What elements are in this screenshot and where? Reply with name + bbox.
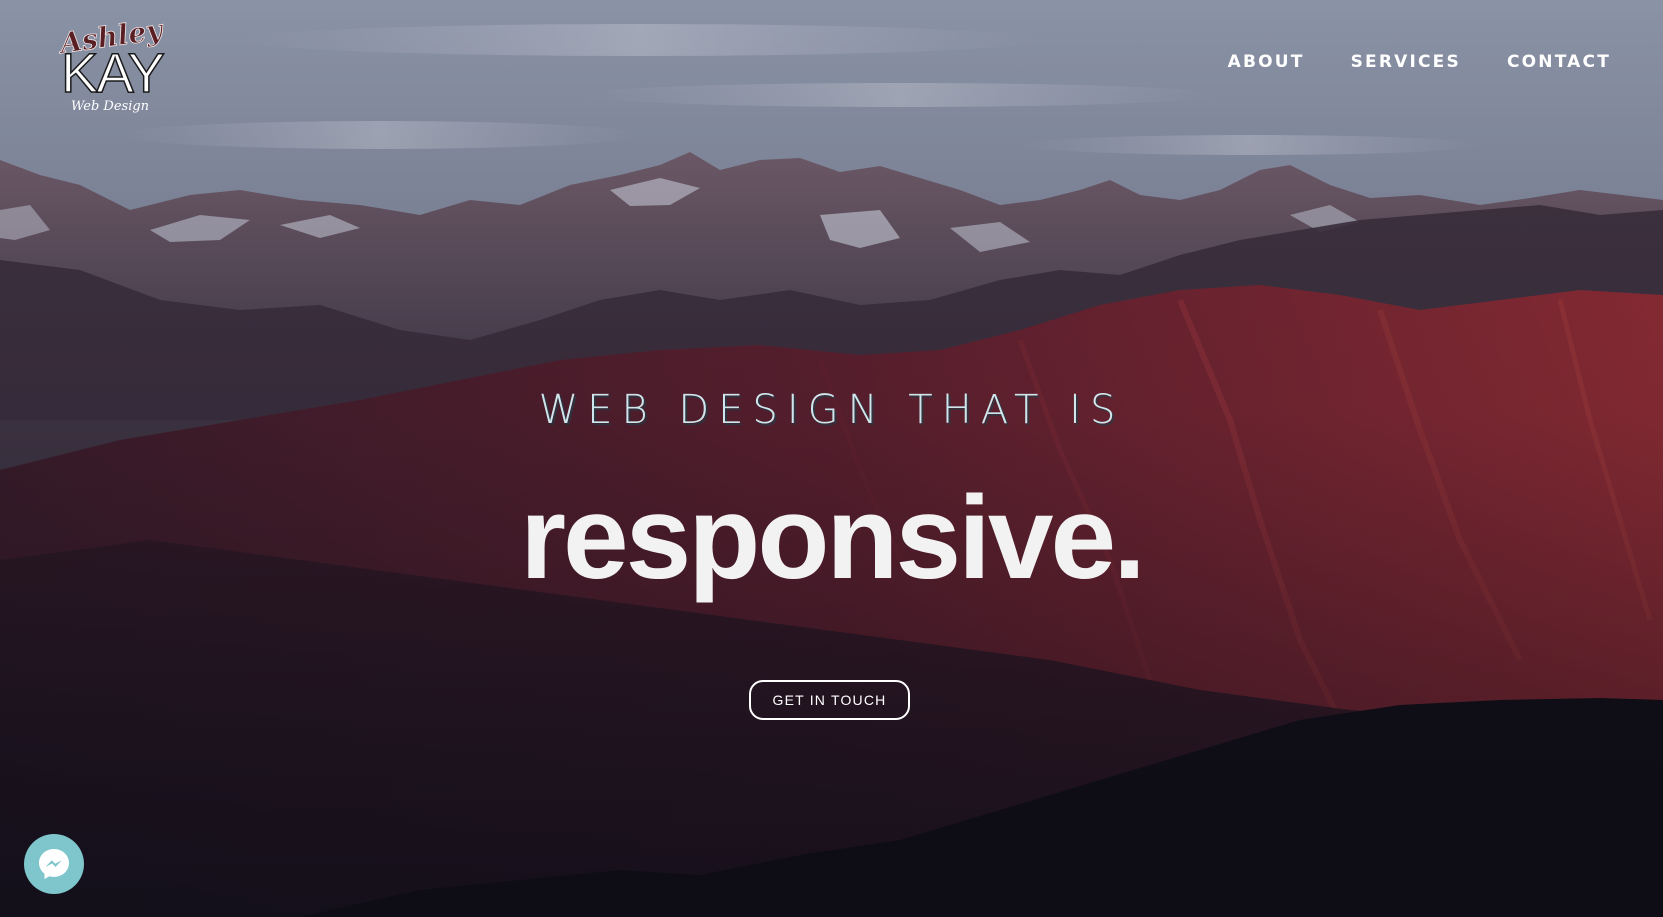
hero-section: Ashley KAY Web Design ABOUT SERVICES CON… (0, 0, 1663, 917)
get-in-touch-button[interactable]: GET IN TOUCH (749, 680, 910, 720)
messenger-icon (39, 849, 69, 879)
hero-tagline: WEB DESIGN THAT IS (538, 387, 1125, 433)
svg-text:Web Design: Web Design (71, 99, 149, 114)
svg-text:KAY: KAY (61, 41, 165, 104)
nav-item-contact[interactable]: CONTACT (1507, 52, 1611, 72)
nav-item-services[interactable]: SERVICES (1351, 52, 1461, 72)
nav-item-about[interactable]: ABOUT (1228, 52, 1305, 72)
hero-background-image (0, 0, 1663, 917)
messenger-chat-button[interactable] (24, 834, 84, 894)
main-nav: ABOUT SERVICES CONTACT (1228, 52, 1611, 72)
site-logo[interactable]: Ashley KAY Web Design (42, 14, 187, 119)
hero-headline: responsive. (520, 472, 1146, 604)
